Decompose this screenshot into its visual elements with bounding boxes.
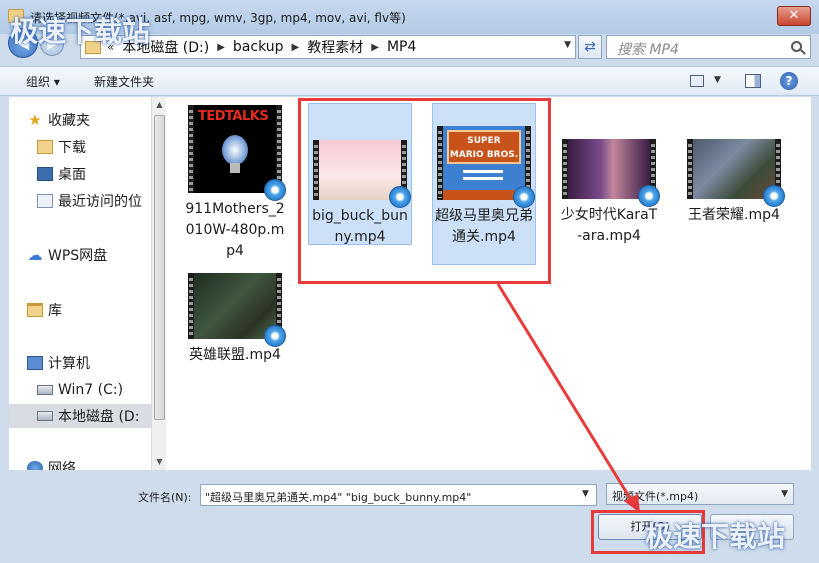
chevron-down-icon[interactable]: ▼ bbox=[564, 40, 571, 50]
file-item[interactable]: 少女时代KaraT-ara.mp4 bbox=[557, 139, 661, 247]
nav-item-label: WPS网盘 bbox=[48, 248, 108, 264]
network-icon bbox=[27, 461, 43, 470]
video-thumbnail bbox=[562, 139, 660, 207]
nav-item-drive-d[interactable]: 本地磁盘 (D: bbox=[9, 404, 151, 428]
nav-item-wps-cloud[interactable]: ☁ WPS网盘 bbox=[27, 243, 151, 267]
nav-item-label: 本地磁盘 (D: bbox=[58, 409, 140, 425]
ted-logo-text: TEDTALKS bbox=[198, 109, 269, 124]
view-icon[interactable] bbox=[690, 75, 704, 87]
nav-item-favorites[interactable]: ★ 收藏夹 bbox=[27, 108, 151, 132]
selection-highlight-box bbox=[298, 98, 551, 284]
file-type-value: 视频文件(*.mp4) bbox=[612, 490, 699, 503]
file-item[interactable]: 英雄联盟.mp4 bbox=[183, 273, 287, 366]
file-item[interactable]: 王者荣耀.mp4 bbox=[682, 139, 786, 226]
breadcrumb-item-tutorial[interactable]: 教程素材 bbox=[307, 37, 363, 57]
folder-icon bbox=[37, 140, 53, 154]
filename-label: 文件名(N): bbox=[138, 491, 192, 504]
navigation-pane: ★ 收藏夹 下载 桌面 最近访问的位 ☁ WPS网盘 库 计算机 Win7 (C… bbox=[9, 97, 151, 470]
video-thumbnail bbox=[188, 273, 286, 347]
file-type-select[interactable]: 视频文件(*.mp4) ▼ bbox=[606, 483, 794, 505]
nav-item-network[interactable]: 网络 bbox=[27, 456, 151, 470]
filename-input[interactable]: "超级马里奥兄弟通关.mp4" "big_buck_bunny.mp4" bbox=[200, 484, 597, 506]
file-name: 911Mothers_2010W-480p.mp4 bbox=[185, 201, 285, 259]
file-name: 少女时代KaraT-ara.mp4 bbox=[560, 207, 658, 244]
cloud-icon: ☁ bbox=[27, 246, 43, 264]
media-player-icon bbox=[638, 185, 660, 207]
watermark-text: 极速下载站 bbox=[645, 520, 786, 553]
media-player-icon bbox=[264, 325, 286, 347]
search-placeholder: 搜索 MP4 bbox=[617, 42, 679, 58]
watermark-text: 极速下载站 bbox=[10, 15, 151, 48]
refresh-button[interactable]: ⇄ bbox=[578, 35, 602, 59]
chevron-down-icon[interactable]: ▼ bbox=[781, 489, 788, 499]
preview-pane-icon[interactable] bbox=[745, 74, 761, 88]
video-thumbnail: TEDTALKS bbox=[188, 105, 286, 201]
nav-item-label: Win7 (C:) bbox=[58, 382, 124, 398]
scroll-down-icon[interactable]: ▼ bbox=[152, 454, 167, 470]
nav-item-recent[interactable]: 最近访问的位 bbox=[37, 189, 151, 213]
breadcrumb[interactable]: « 本地磁盘 (D:) ▶ backup ▶ 教程素材 ▶ MP4 ▼ bbox=[80, 35, 576, 59]
search-input[interactable]: 搜索 MP4 bbox=[606, 35, 811, 59]
nav-item-desktop[interactable]: 桌面 bbox=[37, 162, 151, 186]
computer-icon bbox=[27, 356, 43, 370]
new-folder-button[interactable]: 新建文件夹 bbox=[94, 73, 154, 90]
scroll-up-icon[interactable]: ▲ bbox=[152, 97, 167, 113]
bulb-base bbox=[230, 163, 240, 173]
nav-item-label: 收藏夹 bbox=[48, 113, 90, 129]
nav-item-computer[interactable]: 计算机 bbox=[27, 351, 151, 375]
breadcrumb-item-mp4[interactable]: MP4 bbox=[387, 39, 416, 55]
nav-item-label: 最近访问的位 bbox=[58, 194, 142, 210]
library-icon bbox=[27, 303, 43, 317]
chevron-right-icon[interactable]: ▶ bbox=[371, 42, 379, 53]
chevron-right-icon[interactable]: ▶ bbox=[217, 42, 225, 53]
help-icon[interactable]: ? bbox=[780, 72, 798, 90]
scrollbar-thumb[interactable] bbox=[154, 115, 165, 420]
desktop-icon bbox=[37, 167, 53, 181]
file-name: 英雄联盟.mp4 bbox=[189, 347, 281, 363]
chevron-down-icon[interactable]: ▼ bbox=[582, 489, 589, 499]
media-player-icon bbox=[264, 179, 286, 201]
drive-icon bbox=[37, 385, 53, 395]
media-player-icon bbox=[763, 185, 785, 207]
nav-item-label: 库 bbox=[48, 303, 62, 319]
command-toolbar: 组织 ▾ 新建文件夹 ▼ ? bbox=[0, 66, 819, 96]
chevron-down-icon[interactable]: ▼ bbox=[714, 75, 721, 85]
search-icon[interactable] bbox=[791, 41, 802, 52]
drive-icon bbox=[37, 411, 53, 421]
ted-thumbnail-art: TEDTALKS bbox=[194, 105, 276, 193]
video-thumbnail bbox=[687, 139, 785, 207]
recent-icon bbox=[37, 194, 53, 208]
close-button[interactable]: ✕ bbox=[777, 6, 811, 26]
nav-item-library[interactable]: 库 bbox=[27, 298, 151, 322]
nav-scrollbar[interactable]: ▲ ▼ bbox=[151, 97, 166, 470]
file-item[interactable]: TEDTALKS 911Mothers_2010W-480p.mp4 bbox=[183, 105, 287, 262]
lightbulb-icon bbox=[222, 135, 248, 165]
nav-item-downloads[interactable]: 下载 bbox=[37, 135, 151, 159]
organize-button[interactable]: 组织 ▾ bbox=[26, 73, 60, 90]
chevron-right-icon[interactable]: ▶ bbox=[292, 42, 300, 53]
nav-item-drive-c[interactable]: Win7 (C:) bbox=[37, 378, 151, 402]
nav-item-label: 网络 bbox=[48, 461, 76, 470]
star-icon: ★ bbox=[28, 111, 42, 129]
file-name: 王者荣耀.mp4 bbox=[688, 207, 780, 223]
breadcrumb-item-backup[interactable]: backup bbox=[233, 39, 284, 55]
nav-item-label: 计算机 bbox=[48, 356, 90, 372]
nav-item-label: 下载 bbox=[58, 140, 86, 156]
nav-item-label: 桌面 bbox=[58, 167, 86, 183]
